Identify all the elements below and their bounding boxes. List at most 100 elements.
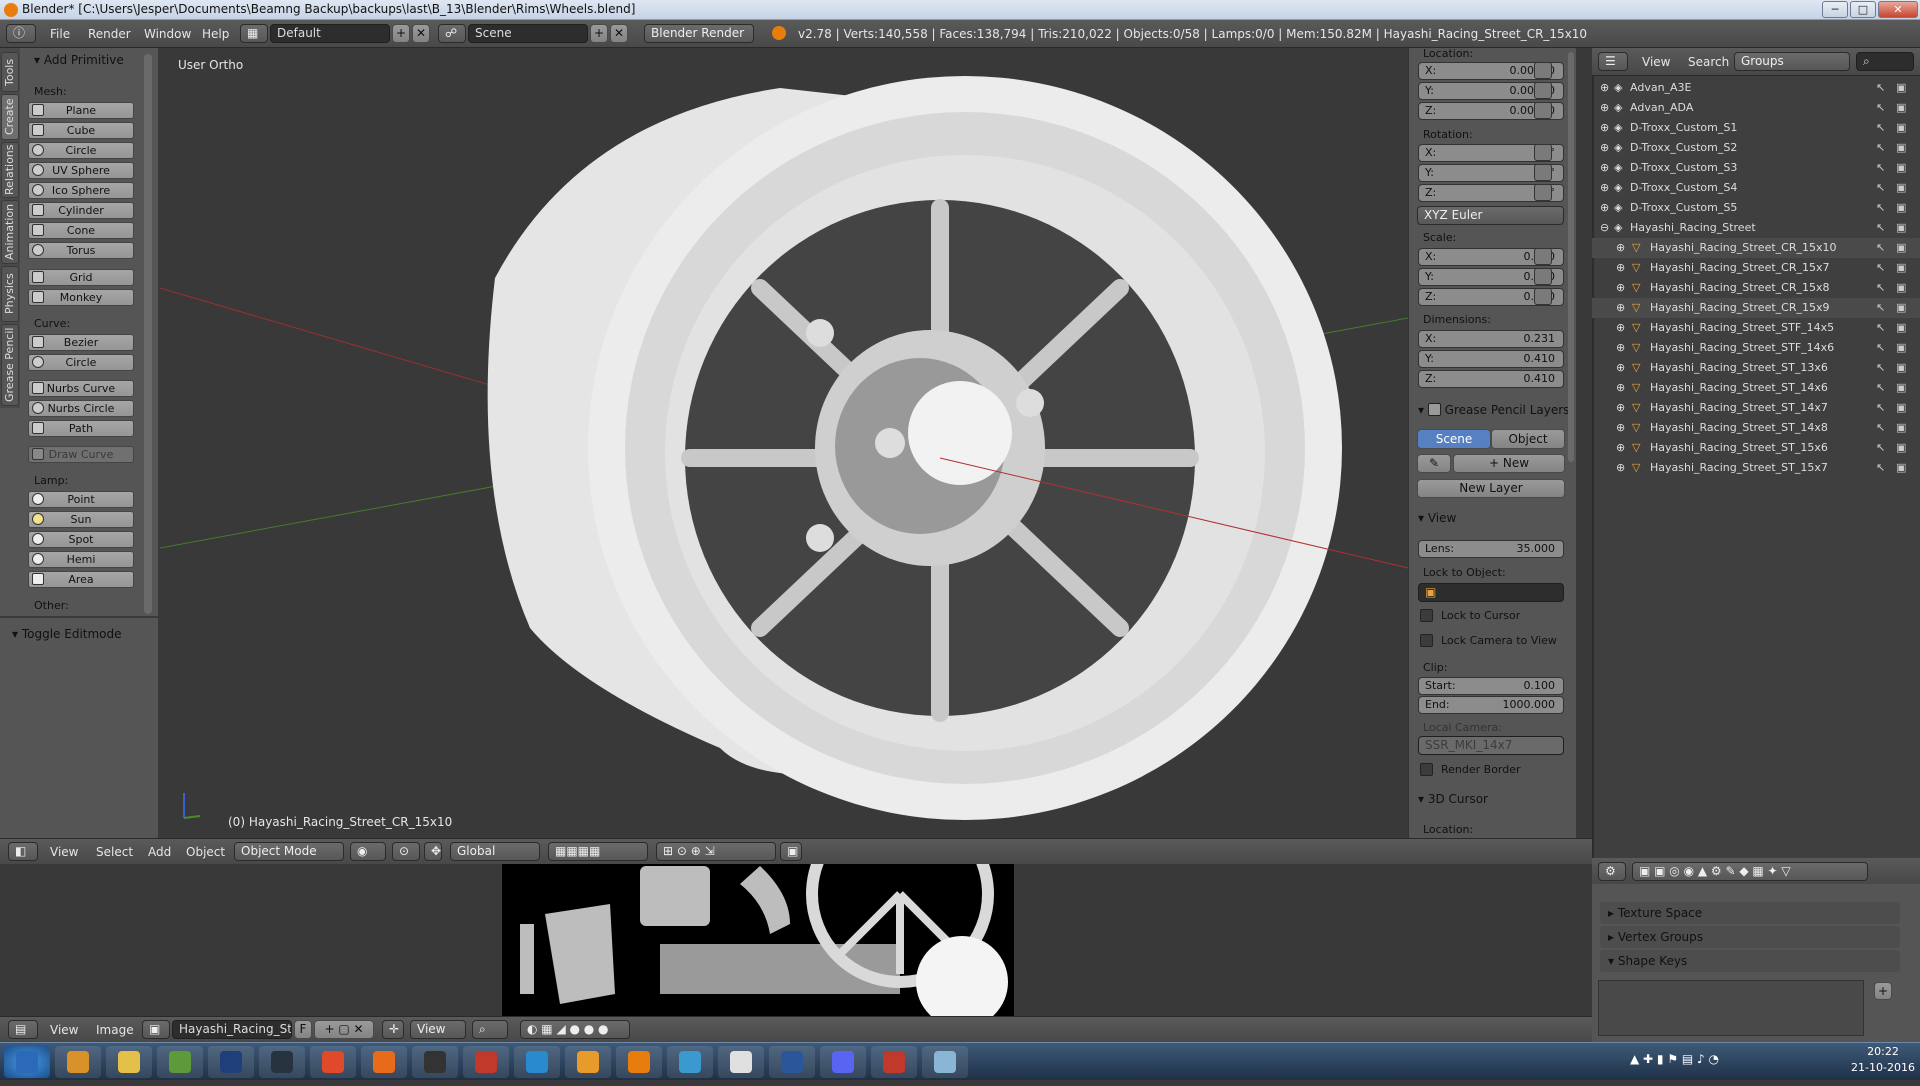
browse-image-icon[interactable]: ▣ — [142, 1020, 170, 1039]
expand-icon[interactable]: ⊕ — [1616, 318, 1625, 338]
rotation-mode-dropdown[interactable]: XYZ Euler — [1417, 206, 1564, 225]
menu-add[interactable]: Add — [148, 845, 171, 859]
tab-create[interactable]: Create — [1, 94, 19, 140]
restrict-select-icon[interactable]: ↖ — [1876, 78, 1885, 98]
lock-scale-x-icon[interactable] — [1534, 248, 1552, 265]
outliner-group-row[interactable]: ⊕ ◈ D-Troxx_Custom_S4 ↖ ▣ — [1592, 178, 1920, 198]
image-editor-icon[interactable]: ▤ — [8, 1020, 38, 1039]
restrict-render-icon[interactable]: ▣ — [1896, 78, 1906, 98]
tool-shelf-scrollbar[interactable] — [144, 54, 152, 614]
screen-layout-icon[interactable]: ▦ — [240, 24, 268, 43]
manipulator-icon[interactable]: ✥ — [424, 842, 442, 861]
gp-new-layer-button[interactable]: New Layer — [1417, 479, 1565, 498]
maximize-button[interactable]: □ — [1850, 1, 1876, 18]
taskbar-app-task-icon[interactable] — [157, 1046, 203, 1078]
taskbar-app-chrome-icon[interactable] — [310, 1046, 356, 1078]
render-border-checkbox[interactable] — [1420, 763, 1433, 776]
3d-viewport[interactable]: User Ortho (0) Hayashi_Racing_Street_CR_… — [160, 48, 1408, 838]
outliner-group-row[interactable]: ⊕ ◈ Advan_A3E ↖ ▣ — [1592, 78, 1920, 98]
outliner-object-row[interactable]: ⊕ ▽ Hayashi_Racing_Street_ST_13x6 ↖ ▣ — [1592, 358, 1920, 378]
restrict-select-icon[interactable]: ↖ — [1876, 378, 1885, 398]
restrict-render-icon[interactable]: ▣ — [1896, 378, 1906, 398]
restrict-render-icon[interactable]: ▣ — [1896, 138, 1906, 158]
add-uv-sphere-button[interactable]: UV Sphere — [28, 162, 134, 179]
outliner-object-row[interactable]: ⊕ ▽ Hayashi_Racing_Street_ST_14x8 ↖ ▣ — [1592, 418, 1920, 438]
dimension-x-field[interactable]: X: 0.231 — [1418, 330, 1564, 348]
add-cylinder-button[interactable]: Cylinder — [28, 202, 134, 219]
menu-object[interactable]: Object — [186, 845, 225, 859]
zoom-icon[interactable]: ⌕ — [472, 1020, 508, 1039]
restrict-render-icon[interactable]: ▣ — [1896, 258, 1906, 278]
expand-icon[interactable]: ⊕ — [1616, 238, 1625, 258]
add-primitive-panel-title[interactable]: ▾ Add Primitive — [34, 53, 124, 67]
restrict-select-icon[interactable]: ↖ — [1876, 438, 1885, 458]
expand-icon[interactable]: ⊕ — [1616, 418, 1625, 438]
restrict-select-icon[interactable]: ↖ — [1876, 178, 1885, 198]
render-engine-dropdown[interactable]: Blender Render — [644, 24, 754, 43]
tab-grease-pencil[interactable]: Grease Pencil — [1, 324, 19, 406]
scene-field[interactable]: Scene — [468, 24, 588, 43]
restrict-render-icon[interactable]: ▣ — [1896, 438, 1906, 458]
properties-context-tabs[interactable]: ▣ ▣ ◎ ◉ ▲ ⚙ ✎ ◆ ▦ ✦ ▽ — [1632, 862, 1868, 881]
3d-cursor-panel-header[interactable]: ▾ 3D Cursor — [1418, 792, 1488, 806]
add-grid-button[interactable]: Grid — [28, 269, 134, 286]
restrict-render-icon[interactable]: ▣ — [1896, 218, 1906, 238]
view-panel-header[interactable]: ▾ View — [1418, 511, 1456, 525]
menu-image[interactable]: Image — [96, 1023, 134, 1037]
pin-icon[interactable]: ✛ — [382, 1020, 404, 1039]
expand-icon[interactable]: ⊕ — [1616, 398, 1625, 418]
clock-time[interactable]: 20:22 — [1850, 1045, 1916, 1058]
add-path-button[interactable]: Path — [28, 420, 134, 437]
expand-icon[interactable]: ⊕ — [1600, 158, 1609, 178]
expand-icon[interactable]: ⊕ — [1616, 278, 1625, 298]
restrict-render-icon[interactable]: ▣ — [1896, 118, 1906, 138]
restrict-render-icon[interactable]: ▣ — [1896, 418, 1906, 438]
taskbar-app-doc-icon[interactable] — [718, 1046, 764, 1078]
restrict-render-icon[interactable]: ▣ — [1896, 198, 1906, 218]
outliner-view-menu[interactable]: View — [1642, 55, 1670, 69]
expand-icon[interactable]: ⊕ — [1600, 78, 1609, 98]
minimize-button[interactable]: ─ — [1822, 1, 1848, 18]
add-hemi-lamp-button[interactable]: Hemi — [28, 551, 134, 568]
taskbar-app-obs-icon[interactable] — [412, 1046, 458, 1078]
restrict-select-icon[interactable]: ↖ — [1876, 338, 1885, 358]
taskbar-app-start-icon[interactable] — [4, 1046, 50, 1078]
restrict-render-icon[interactable]: ▣ — [1896, 158, 1906, 178]
vertex-groups-panel[interactable]: ▸ Vertex Groups — [1600, 926, 1900, 948]
outliner-object-row[interactable]: ⊕ ▽ Hayashi_Racing_Street_STF_14x5 ↖ ▣ — [1592, 318, 1920, 338]
pencil-icon[interactable]: ✎ — [1417, 454, 1451, 473]
outliner-object-row[interactable]: ⊕ ▽ Hayashi_Racing_Street_CR_15x7 ↖ ▣ — [1592, 258, 1920, 278]
restrict-render-icon[interactable]: ▣ — [1896, 398, 1906, 418]
layers-grid-icon[interactable]: ▦▦▦▦ — [548, 842, 648, 861]
taskbar-app-eye-icon[interactable] — [667, 1046, 713, 1078]
dimension-z-field[interactable]: Z: 0.410 — [1418, 370, 1564, 388]
expand-icon[interactable]: ⊕ — [1616, 298, 1625, 318]
restrict-select-icon[interactable]: ↖ — [1876, 138, 1885, 158]
add-plane-button[interactable]: Plane — [28, 102, 134, 119]
scene-icon[interactable]: ☍ — [438, 24, 466, 43]
taskbar-app-steam-icon[interactable] — [259, 1046, 305, 1078]
add-ico-sphere-button[interactable]: Ico Sphere — [28, 182, 134, 199]
restrict-select-icon[interactable]: ↖ — [1876, 458, 1885, 478]
grease-pencil-checkbox[interactable] — [1427, 403, 1441, 416]
restrict-select-icon[interactable]: ↖ — [1876, 318, 1885, 338]
taskbar-app-discord-icon[interactable] — [820, 1046, 866, 1078]
restrict-select-icon[interactable]: ↖ — [1876, 198, 1885, 218]
restrict-select-icon[interactable]: ↖ — [1876, 298, 1885, 318]
uv-image-editor[interactable] — [0, 864, 1592, 1016]
expand-icon[interactable]: ⊕ — [1616, 438, 1625, 458]
local-camera-field[interactable]: SSR_MKI_14x7 — [1418, 736, 1564, 755]
tab-animation[interactable]: Animation — [1, 200, 19, 264]
outliner-object-row[interactable]: ⊕ ▽ Hayashi_Racing_Street_CR_15x8 ↖ ▣ — [1592, 278, 1920, 298]
tab-physics[interactable]: Physics — [1, 266, 19, 322]
taskbar-app-acrobat-icon[interactable] — [463, 1046, 509, 1078]
taskbar-app-media-icon[interactable] — [55, 1046, 101, 1078]
restrict-select-icon[interactable]: ↖ — [1876, 218, 1885, 238]
tab-relations[interactable]: Relations — [1, 142, 19, 198]
add-torus-button[interactable]: Torus — [28, 242, 134, 259]
restrict-select-icon[interactable]: ↖ — [1876, 158, 1885, 178]
expand-icon[interactable]: ⊕ — [1600, 178, 1609, 198]
expand-icon[interactable]: ⊕ — [1616, 338, 1625, 358]
add-layout-icon[interactable]: + — [392, 24, 410, 43]
expand-icon[interactable]: ⊕ — [1616, 378, 1625, 398]
